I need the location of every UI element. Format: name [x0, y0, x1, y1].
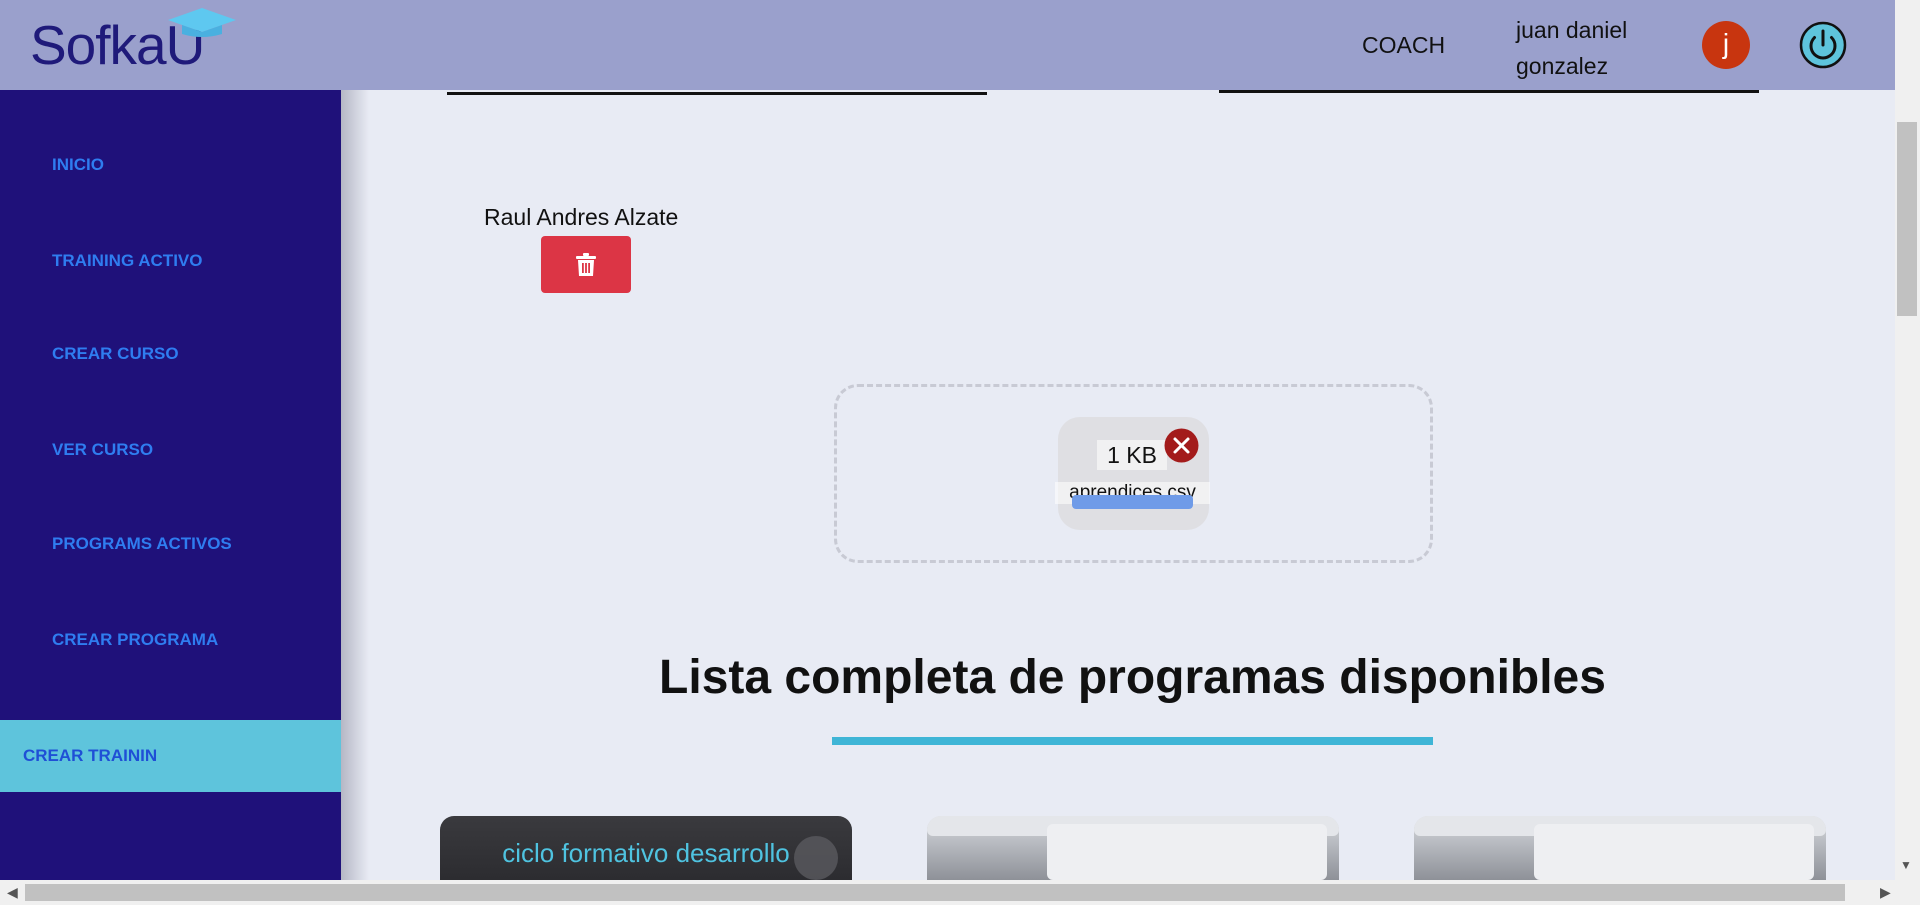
program-card-title: ciclo formativo desarrollo	[502, 838, 790, 868]
graduation-cap-icon	[168, 8, 236, 37]
program-card[interactable]: ciclo formativo desarrollo	[440, 816, 852, 880]
program-card-image[interactable]	[927, 816, 1339, 880]
scroll-down-arrow-icon[interactable]: ▼	[1900, 858, 1912, 872]
scroll-right-arrow-icon[interactable]: ▶	[1880, 884, 1891, 901]
laptop-image-blur	[1047, 824, 1327, 880]
sidebar-item-ver-curso[interactable]: VER CURSO	[52, 440, 153, 460]
sidebar-shadow	[341, 90, 369, 880]
user-name: juan daniel gonzalez	[1516, 17, 1628, 79]
remove-file-icon[interactable]	[1164, 428, 1199, 463]
sidebar-item-crear-curso[interactable]: CREAR CURSO	[52, 344, 179, 364]
upload-progress-bar	[1072, 495, 1193, 509]
scroll-left-arrow-icon[interactable]: ◀	[7, 884, 18, 901]
top-header: SofkaU COACH juan daniel gonzalez j	[0, 0, 1895, 90]
user-role: COACH	[1362, 32, 1446, 58]
sidebar: INICIO TRAINING ACTIVO CREAR CURSO VER C…	[0, 90, 341, 880]
sofkau-logo[interactable]: SofkaU	[30, 8, 240, 78]
sidebar-item-inicio[interactable]: INICIO	[52, 155, 104, 175]
avatar-letter: j	[1722, 28, 1730, 59]
check-icon	[794, 836, 838, 880]
delete-apprentice-button[interactable]	[541, 236, 631, 293]
laptop-image-blur	[1534, 824, 1814, 880]
program-card-image[interactable]	[1414, 816, 1826, 880]
avatar[interactable]: j	[1702, 21, 1750, 69]
sidebar-item-label: CREAR TRAININ	[23, 746, 158, 765]
sidebar-item-programs-activos[interactable]: PROGRAMS ACTIVOS	[52, 534, 232, 554]
apprentice-name: Raul Andres Alzate	[484, 204, 679, 230]
vertical-scrollbar-thumb[interactable]	[1897, 122, 1917, 316]
sidebar-item-training-activo[interactable]: TRAINING ACTIVO	[52, 251, 202, 271]
title-underline	[832, 737, 1433, 745]
power-icon[interactable]	[1799, 21, 1847, 69]
trash-icon	[576, 253, 596, 276]
file-size: 1 KB	[1097, 440, 1167, 470]
sidebar-item-crear-training[interactable]: CREAR TRAININ	[0, 720, 341, 792]
input-underline-right	[1219, 90, 1759, 93]
horizontal-scrollbar-thumb[interactable]	[25, 884, 1845, 901]
sidebar-item-crear-programa[interactable]: CREAR PROGRAMA	[52, 630, 218, 650]
input-underline-left	[447, 92, 987, 95]
